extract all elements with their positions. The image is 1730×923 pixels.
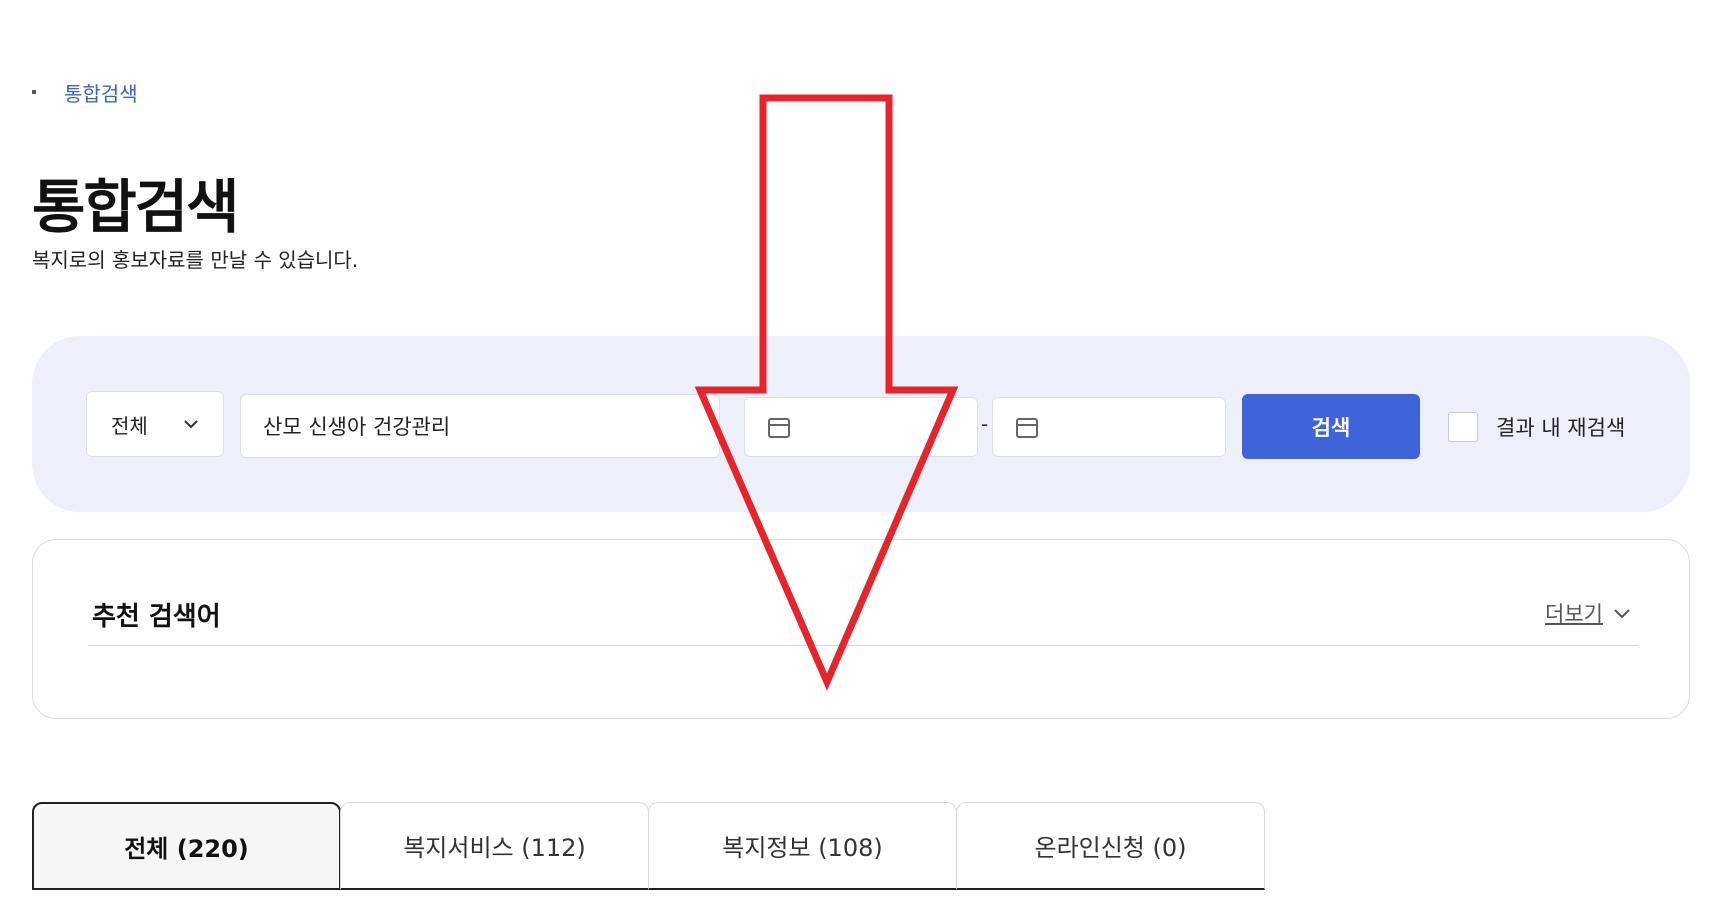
divider	[88, 645, 1638, 646]
page-description: 복지로의 홍보자료를 만날 수 있습니다.	[32, 248, 359, 272]
search-input[interactable]	[240, 394, 720, 458]
category-select-value: 전체	[111, 413, 148, 438]
re-search-checkbox[interactable]: 결과 내 재검색	[1448, 412, 1625, 442]
recommended-keywords-title: 추천 검색어	[92, 602, 221, 632]
page: 통합검색 통합검색 복지로의 홍보자료를 만날 수 있습니다. 전체 - 검색 …	[0, 0, 1730, 923]
page-title: 통합검색	[32, 173, 239, 241]
start-date-field[interactable]	[744, 397, 978, 457]
end-date-field[interactable]	[992, 397, 1226, 457]
date-range-separator: -	[981, 412, 989, 436]
breadcrumb-bullet	[32, 90, 36, 94]
calendar-icon	[768, 418, 790, 438]
chevron-down-icon	[1614, 609, 1630, 619]
tab-all[interactable]: 전체 (220)	[32, 802, 341, 890]
search-button[interactable]: 검색	[1242, 394, 1420, 459]
recommended-keywords-panel	[32, 539, 1690, 719]
result-tabs: 전체 (220) 복지서비스 (112) 복지정보 (108) 온라인신청 (0…	[32, 802, 1265, 890]
tab-online-application[interactable]: 온라인신청 (0)	[956, 802, 1265, 890]
tab-welfare-services[interactable]: 복지서비스 (112)	[340, 802, 649, 890]
breadcrumb-item-integrated-search[interactable]: 통합검색	[64, 78, 138, 107]
tab-welfare-info[interactable]: 복지정보 (108)	[648, 802, 957, 890]
breadcrumb: 통합검색	[32, 78, 138, 106]
category-select[interactable]: 전체	[86, 391, 224, 457]
re-search-label: 결과 내 재검색	[1496, 416, 1626, 440]
more-button[interactable]: 더보기	[1545, 598, 1631, 628]
more-label: 더보기	[1545, 602, 1603, 626]
checkbox-box[interactable]	[1448, 412, 1478, 442]
chevron-down-icon	[184, 420, 198, 429]
calendar-icon	[1016, 418, 1038, 438]
